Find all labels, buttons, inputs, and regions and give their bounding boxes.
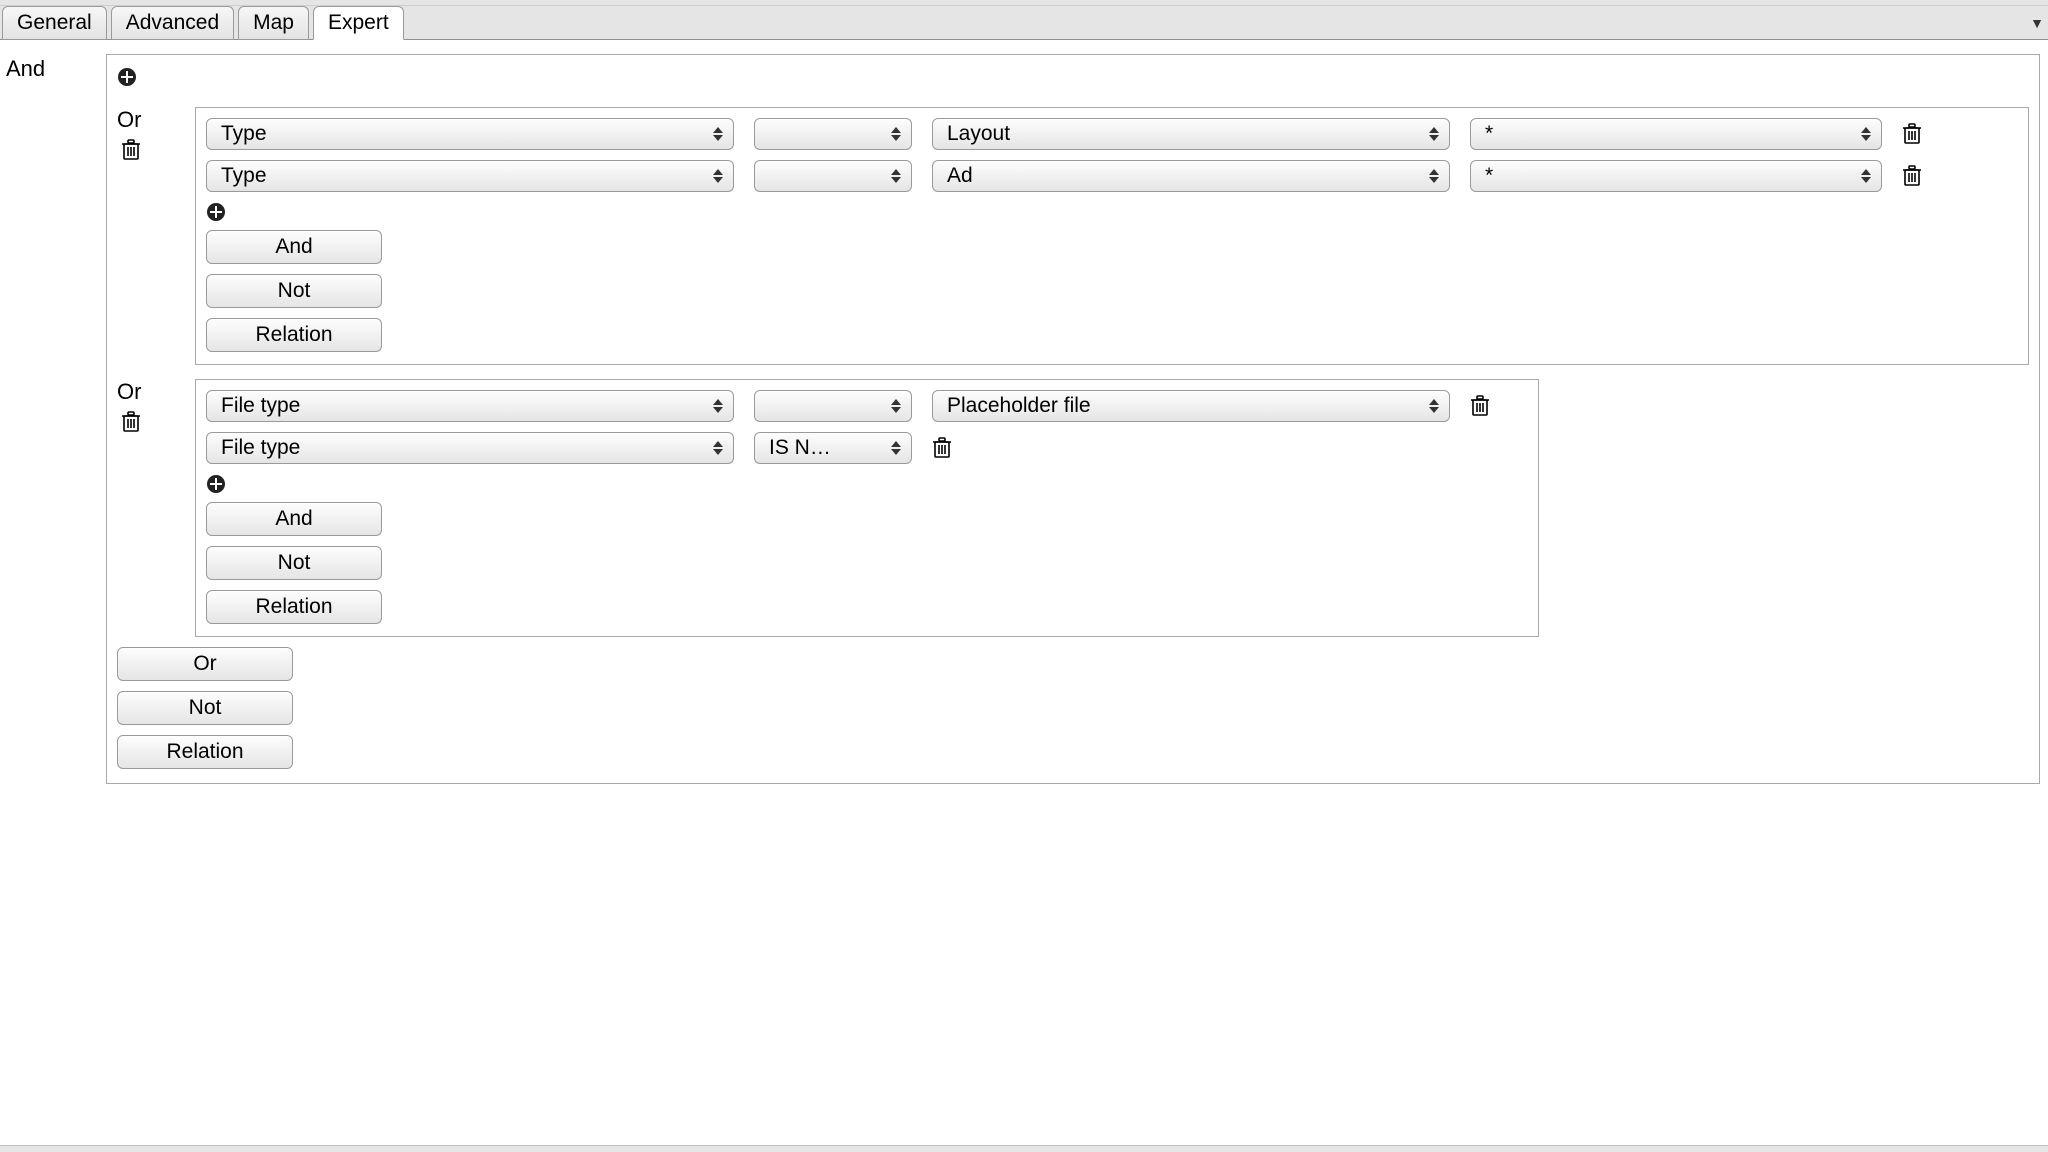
updown-icon	[713, 166, 725, 186]
or-group-2-label: Or	[117, 379, 141, 405]
operator-select[interactable]: IS N…	[754, 432, 912, 464]
value-select[interactable]: Ad	[932, 160, 1450, 192]
value-select[interactable]: Placeholder file	[932, 390, 1450, 422]
updown-icon	[891, 396, 903, 416]
extra-select[interactable]: *	[1470, 160, 1882, 192]
add-and-button[interactable]: And	[206, 230, 382, 264]
trash-icon[interactable]	[121, 139, 141, 161]
tab-bar: General Advanced Map Expert ▼	[0, 6, 2048, 40]
tab-expert[interactable]: Expert	[313, 6, 404, 40]
or-group-1: Or Type Layout * Type	[117, 107, 2029, 365]
updown-icon	[713, 124, 725, 144]
updown-icon	[1861, 166, 1873, 186]
updown-icon	[713, 396, 725, 416]
root-and-label: And	[6, 54, 106, 82]
expert-content: And Or Type Layout *	[0, 40, 2048, 792]
field-select[interactable]: File type	[206, 432, 734, 464]
trash-icon[interactable]	[121, 411, 141, 433]
field-select[interactable]: File type	[206, 390, 734, 422]
updown-icon	[891, 438, 903, 458]
updown-icon	[891, 124, 903, 144]
tab-advanced[interactable]: Advanced	[111, 6, 234, 40]
updown-icon	[713, 438, 725, 458]
or-group-1-panel: Type Layout * Type Ad *	[195, 107, 2029, 365]
bottom-strip	[0, 1146, 2048, 1152]
add-not-button[interactable]: Not	[206, 546, 382, 580]
or-group-2: Or File type Placeholder file File type …	[117, 379, 2029, 637]
rule-row: File type IS N…	[206, 432, 1528, 464]
field-select[interactable]: Type	[206, 118, 734, 150]
updown-icon	[1861, 124, 1873, 144]
rule-row: Type Layout *	[206, 118, 2018, 150]
add-relation-button[interactable]: Relation	[206, 590, 382, 624]
plus-icon[interactable]	[117, 67, 137, 87]
value-select[interactable]: Layout	[932, 118, 1450, 150]
trash-icon[interactable]	[1902, 123, 1922, 145]
field-select[interactable]: Type	[206, 160, 734, 192]
root-and-panel: Or Type Layout * Type	[106, 54, 2040, 784]
or-group-2-panel: File type Placeholder file File type IS …	[195, 379, 1539, 637]
rule-row: Type Ad *	[206, 160, 2018, 192]
updown-icon	[1429, 396, 1441, 416]
rule-row: File type Placeholder file	[206, 390, 1528, 422]
add-not-button[interactable]: Not	[117, 691, 293, 725]
updown-icon	[891, 166, 903, 186]
add-or-button[interactable]: Or	[117, 647, 293, 681]
trash-icon[interactable]	[932, 437, 952, 459]
extra-select[interactable]: *	[1470, 118, 1882, 150]
operator-select[interactable]	[754, 160, 912, 192]
updown-icon	[1429, 166, 1441, 186]
operator-select[interactable]	[754, 118, 912, 150]
add-and-button[interactable]: And	[206, 502, 382, 536]
add-not-button[interactable]: Not	[206, 274, 382, 308]
tab-overflow-icon[interactable]: ▼	[2030, 15, 2044, 31]
tab-general[interactable]: General	[2, 6, 107, 40]
add-relation-button[interactable]: Relation	[117, 735, 293, 769]
operator-select[interactable]	[754, 390, 912, 422]
trash-icon[interactable]	[1470, 395, 1490, 417]
plus-icon[interactable]	[206, 474, 226, 494]
updown-icon	[1429, 124, 1441, 144]
tab-map[interactable]: Map	[238, 6, 309, 40]
trash-icon[interactable]	[1902, 165, 1922, 187]
or-group-1-label: Or	[117, 107, 141, 133]
add-relation-button[interactable]: Relation	[206, 318, 382, 352]
plus-icon[interactable]	[206, 202, 226, 222]
